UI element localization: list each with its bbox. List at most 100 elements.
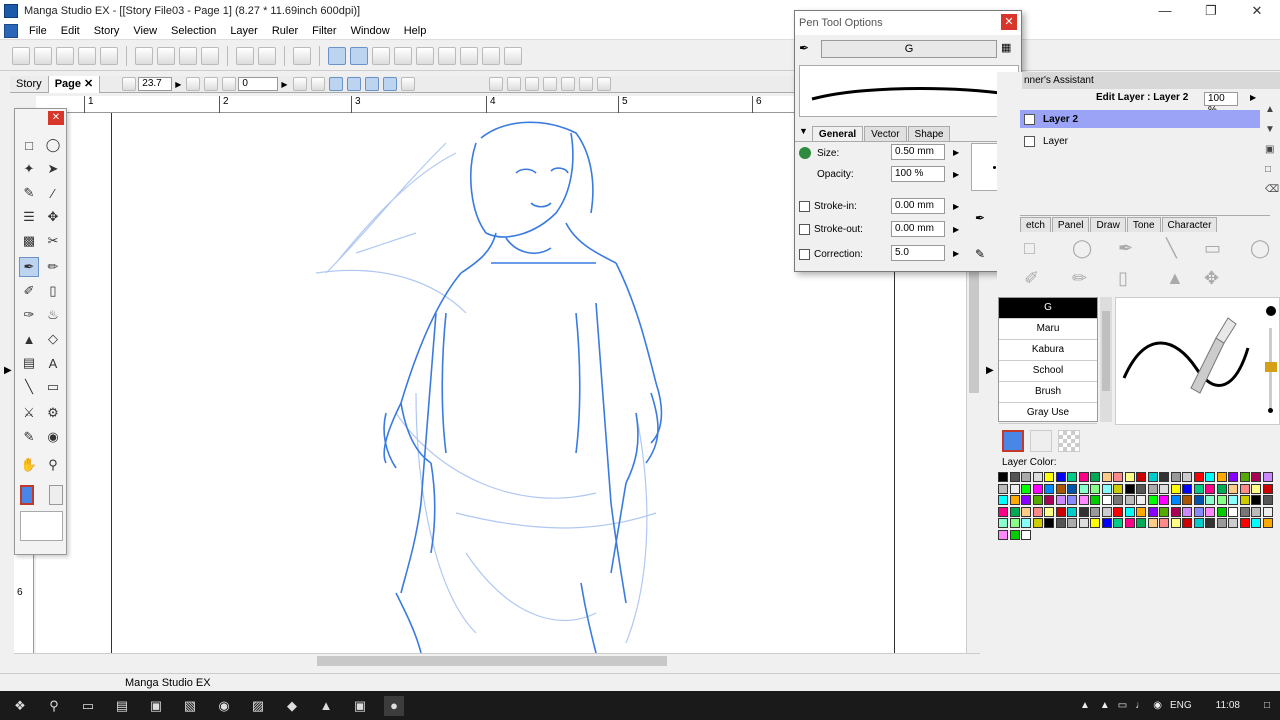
palette-swatch[interactable] bbox=[998, 483, 1008, 494]
palette-swatch[interactable] bbox=[1009, 518, 1020, 528]
pattern-brush-icon[interactable]: ◇ bbox=[43, 329, 63, 349]
palette-swatch[interactable] bbox=[1193, 495, 1204, 505]
menu-edit[interactable]: Edit bbox=[54, 25, 87, 37]
menu-window[interactable]: Window bbox=[344, 25, 397, 37]
tab-shape[interactable]: Shape bbox=[907, 126, 951, 141]
ruler-tool-icon[interactable]: ⚔ bbox=[19, 403, 39, 423]
palette-swatch[interactable] bbox=[1228, 506, 1238, 517]
print-icon[interactable] bbox=[293, 46, 311, 65]
grid-toggle-icon[interactable] bbox=[524, 77, 539, 91]
battery-icon[interactable]: ▭ bbox=[1118, 700, 1127, 711]
palette-swatch[interactable] bbox=[1193, 472, 1204, 482]
layer-lock-icon[interactable]: ▣ bbox=[1265, 140, 1279, 160]
palette-swatch[interactable] bbox=[1182, 472, 1192, 482]
grid-icon[interactable] bbox=[482, 46, 500, 65]
airbrush-icon[interactable]: ♨ bbox=[43, 305, 63, 325]
arrow-right-icon[interactable]: ▶ bbox=[953, 170, 959, 179]
rectangle-icon[interactable]: ▭ bbox=[1204, 238, 1221, 259]
chrome-icon[interactable]: ◉ bbox=[214, 696, 234, 716]
palette-swatch[interactable] bbox=[1159, 483, 1169, 494]
tab-story[interactable]: Story bbox=[10, 75, 49, 93]
brush-item[interactable]: Maru bbox=[999, 319, 1097, 340]
palette-swatch[interactable] bbox=[1124, 506, 1135, 517]
palette-swatch[interactable] bbox=[1044, 483, 1054, 494]
layer-color-swatch[interactable] bbox=[1002, 430, 1024, 452]
line-icon[interactable]: ╲ bbox=[1166, 238, 1177, 259]
palette-swatch[interactable] bbox=[1193, 483, 1204, 494]
palette-swatch[interactable] bbox=[1101, 472, 1112, 482]
palette-swatch[interactable] bbox=[1193, 506, 1204, 517]
layer-row-layer[interactable]: Layer bbox=[1020, 132, 1260, 150]
layer-row-layer-2[interactable]: Layer 2 bbox=[1020, 110, 1260, 128]
materials-icon[interactable] bbox=[416, 46, 434, 65]
palette-swatch[interactable] bbox=[1147, 472, 1158, 482]
palette-swatch[interactable] bbox=[1170, 483, 1181, 494]
network-icon[interactable]: ▲ bbox=[1100, 700, 1110, 711]
palette-swatch[interactable] bbox=[1136, 495, 1146, 505]
menu-help[interactable]: Help bbox=[397, 25, 434, 37]
palette-swatch[interactable] bbox=[1067, 518, 1077, 528]
palette-swatch[interactable] bbox=[998, 472, 1008, 482]
brush-icon[interactable]: ✑ bbox=[19, 305, 39, 325]
color-icon[interactable] bbox=[460, 46, 478, 65]
marquee-icon[interactable]: □ bbox=[1024, 238, 1035, 259]
flip-horizontal-icon[interactable] bbox=[292, 77, 307, 91]
file-explorer-icon[interactable]: ▤ bbox=[112, 696, 132, 716]
palette-swatch[interactable] bbox=[1147, 518, 1158, 528]
palette-swatch[interactable] bbox=[1216, 506, 1227, 517]
arrow-right-icon[interactable]: ▶ bbox=[953, 225, 959, 234]
arrow-right-icon[interactable]: ▶ bbox=[1250, 93, 1256, 102]
layer-visibility-checkbox[interactable] bbox=[1024, 135, 1035, 147]
photoshop-icon[interactable]: ▨ bbox=[248, 696, 268, 716]
stroke-in-checkbox[interactable] bbox=[799, 201, 810, 212]
tool-options-icon[interactable] bbox=[328, 46, 346, 65]
palette-swatch[interactable] bbox=[1009, 529, 1020, 540]
tab-sketch[interactable]: etch bbox=[1020, 217, 1051, 232]
palette-swatch[interactable] bbox=[1101, 495, 1112, 505]
palette-swatch[interactable] bbox=[1216, 518, 1227, 528]
palette-swatch[interactable] bbox=[1147, 506, 1158, 517]
palette-swatch[interactable] bbox=[1032, 472, 1043, 482]
marker-icon[interactable]: ✐ bbox=[19, 281, 39, 301]
ruler-icon[interactable] bbox=[488, 77, 503, 91]
palette-swatch[interactable] bbox=[1021, 472, 1031, 482]
close-icon[interactable]: ✕ bbox=[84, 78, 93, 90]
pen-icon[interactable]: ✒ bbox=[1118, 238, 1133, 259]
tab-panel[interactable]: Panel bbox=[1051, 217, 1090, 232]
palette-swatch[interactable] bbox=[1170, 495, 1181, 505]
palette-swatch[interactable] bbox=[1101, 518, 1112, 528]
palette-swatch[interactable] bbox=[1205, 518, 1215, 528]
close-icon[interactable]: ✕ bbox=[48, 111, 64, 125]
palette-swatch[interactable] bbox=[998, 518, 1008, 528]
marquee-icon[interactable]: □ bbox=[19, 135, 39, 155]
windows-start-icon[interactable]: ❖ bbox=[10, 696, 30, 716]
palette-swatch[interactable] bbox=[1136, 472, 1146, 482]
wifi-icon[interactable]: ◉ bbox=[1153, 700, 1162, 711]
palette-swatch[interactable] bbox=[1136, 483, 1146, 494]
snap-icon[interactable] bbox=[328, 77, 343, 91]
palette-swatch[interactable] bbox=[1205, 495, 1215, 505]
palette-swatch[interactable] bbox=[1090, 518, 1100, 528]
menu-filter[interactable]: Filter bbox=[305, 25, 343, 37]
tab-character[interactable]: Character bbox=[1161, 217, 1218, 232]
palette-swatch[interactable] bbox=[1159, 518, 1169, 528]
palette-swatch[interactable] bbox=[1182, 483, 1192, 494]
stroke-in-icon[interactable]: ✒ bbox=[975, 211, 985, 225]
brush-item[interactable]: Kabura bbox=[999, 340, 1097, 361]
palette-swatch[interactable] bbox=[1124, 495, 1135, 505]
size-field[interactable]: 0.50 mm bbox=[891, 144, 945, 160]
palette-swatch[interactable] bbox=[1182, 518, 1192, 528]
palette-swatch[interactable] bbox=[1216, 483, 1227, 494]
menu-layer[interactable]: Layer bbox=[223, 25, 265, 37]
app-icon[interactable]: ▣ bbox=[350, 696, 370, 716]
palette-swatch[interactable] bbox=[1182, 506, 1192, 517]
brush-list-scrollbar[interactable] bbox=[1100, 297, 1112, 422]
minimize-button[interactable]: — bbox=[1142, 0, 1188, 22]
tab-page[interactable]: Page ✕ bbox=[48, 75, 101, 93]
palette-swatch[interactable] bbox=[1113, 518, 1123, 528]
menu-file[interactable]: File bbox=[22, 25, 54, 37]
paste-icon[interactable] bbox=[179, 46, 197, 65]
foreground-color-swatch[interactable] bbox=[20, 485, 34, 505]
vlc-icon[interactable]: ▲ bbox=[316, 696, 336, 716]
page-frame-icon[interactable] bbox=[542, 77, 557, 91]
